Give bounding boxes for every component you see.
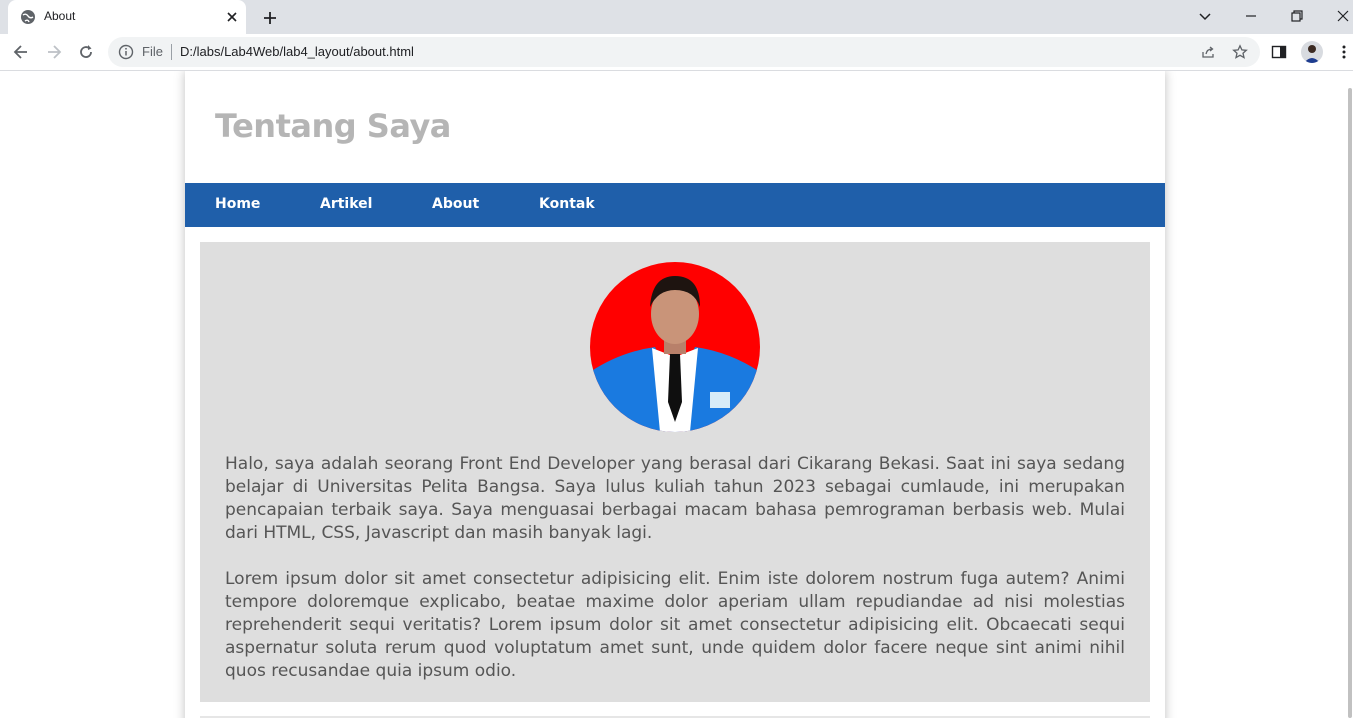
close-tab-icon[interactable] xyxy=(224,9,240,25)
reload-icon[interactable] xyxy=(76,42,96,62)
tab-search-chevron-icon[interactable] xyxy=(1195,6,1215,26)
page-viewport: Tentang Saya Home Artikel About Kontak H… xyxy=(0,71,1353,718)
new-tab-plus-icon[interactable] xyxy=(260,8,280,28)
nav-link-artikel[interactable]: Artikel xyxy=(320,196,372,212)
site-title: Tentang Saya xyxy=(215,107,451,145)
browser-tab-strip: About xyxy=(0,0,1353,34)
main-navigation: Home Artikel About Kontak xyxy=(185,183,1165,227)
share-icon[interactable] xyxy=(1200,44,1216,60)
profile-photo xyxy=(590,262,760,432)
profile-avatar-icon xyxy=(1304,45,1320,63)
menu-kebab-icon[interactable] xyxy=(1335,43,1353,61)
url-text[interactable]: D:/labs/Lab4Web/lab4_layout/about.html xyxy=(180,44,414,59)
forward-arrow-icon[interactable] xyxy=(44,42,64,62)
about-paragraph-lorem: Lorem ipsum dolor sit amet consectetur a… xyxy=(225,569,1125,681)
address-bar[interactable]: File D:/labs/Lab4Web/lab4_layout/about.h… xyxy=(108,37,1260,67)
browser-toolbar: File D:/labs/Lab4Web/lab4_layout/about.h… xyxy=(0,34,1353,71)
tab-title: About xyxy=(44,9,76,23)
minimize-icon[interactable] xyxy=(1241,6,1261,26)
nav-link-home[interactable]: Home xyxy=(215,196,260,212)
about-content: Halo, saya adalah seorang Front End Deve… xyxy=(200,242,1150,702)
globe-icon xyxy=(21,10,35,24)
nav-link-kontak[interactable]: Kontak xyxy=(539,196,595,212)
site-header: Tentang Saya xyxy=(185,71,1165,183)
page-scrollbar[interactable] xyxy=(1347,71,1353,718)
profile-avatar[interactable] xyxy=(1301,41,1323,63)
site-info-icon[interactable] xyxy=(118,44,134,60)
page-container: Tentang Saya Home Artikel About Kontak H… xyxy=(185,71,1165,718)
side-panel-icon[interactable] xyxy=(1270,43,1288,61)
browser-tab-about[interactable]: About xyxy=(8,0,246,34)
bookmark-star-icon[interactable] xyxy=(1232,44,1248,60)
scrollbar-thumb[interactable] xyxy=(1348,88,1352,718)
back-arrow-icon[interactable] xyxy=(11,42,31,62)
nav-link-about[interactable]: About xyxy=(432,196,479,212)
about-paragraph-intro: Halo, saya adalah seorang Front End Deve… xyxy=(225,454,1125,543)
profile-photo-image xyxy=(590,262,760,432)
omnibox-divider xyxy=(171,44,172,60)
close-window-icon[interactable] xyxy=(1333,6,1353,26)
file-scheme-label: File xyxy=(142,44,163,59)
restore-icon[interactable] xyxy=(1287,6,1307,26)
